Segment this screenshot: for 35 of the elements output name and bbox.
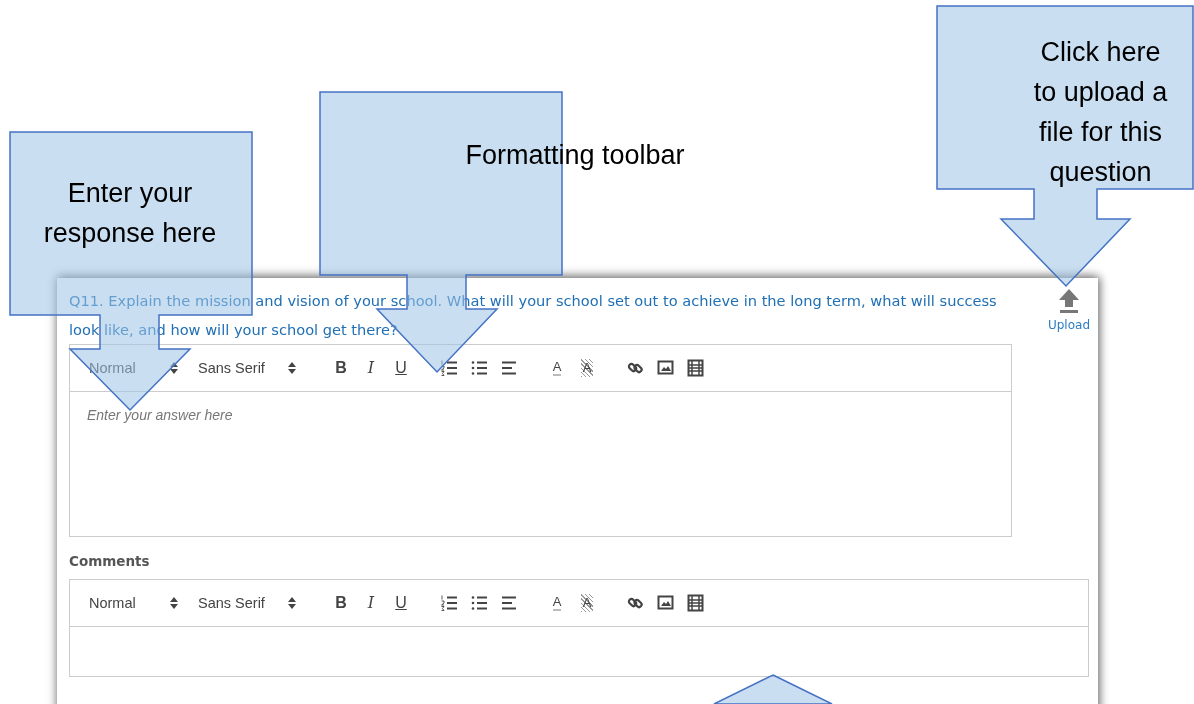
italic-button[interactable]: I: [356, 356, 386, 380]
text-color-button[interactable]: A: [542, 591, 572, 615]
numbered-list-icon[interactable]: [440, 594, 458, 612]
film-icon[interactable]: [686, 594, 704, 612]
font-picker[interactable]: Sans Serif: [198, 595, 288, 611]
updown-arrows-icon: [170, 597, 178, 609]
align-icon[interactable]: [500, 359, 518, 377]
italic-button[interactable]: I: [356, 591, 386, 615]
upload-icon: [1057, 288, 1080, 314]
image-icon[interactable]: [656, 594, 674, 612]
align-icon[interactable]: [500, 594, 518, 612]
text-color-button[interactable]: A: [542, 356, 572, 380]
updown-arrows-icon: [170, 362, 178, 374]
underline-button[interactable]: U: [386, 356, 416, 380]
comment-field[interactable]: [69, 627, 1089, 677]
callout-text: Formatting toolbar: [464, 139, 686, 172]
bold-button[interactable]: B: [326, 591, 356, 615]
film-icon[interactable]: [686, 359, 704, 377]
upload-button[interactable]: Upload: [1047, 286, 1090, 344]
header-picker[interactable]: Normal: [89, 595, 170, 611]
underline-button[interactable]: U: [386, 591, 416, 615]
bold-button[interactable]: B: [326, 356, 356, 380]
callout-text: Enter your response here: [42, 177, 218, 250]
updown-arrows-icon: [288, 597, 296, 609]
comments-label: Comments: [69, 553, 151, 569]
image-icon[interactable]: [656, 359, 674, 377]
updown-arrows-icon: [288, 362, 296, 374]
background-color-button[interactable]: A: [572, 356, 602, 380]
background-color-button[interactable]: A: [572, 591, 602, 615]
bullet-list-icon[interactable]: [470, 594, 488, 612]
font-picker[interactable]: Sans Serif: [198, 360, 288, 376]
numbered-list-icon[interactable]: [440, 359, 458, 377]
bullet-list-icon[interactable]: [470, 359, 488, 377]
callout-text: Click here to upload a file for this question: [1033, 36, 1168, 189]
answer-field[interactable]: Enter your answer here: [69, 392, 1012, 537]
